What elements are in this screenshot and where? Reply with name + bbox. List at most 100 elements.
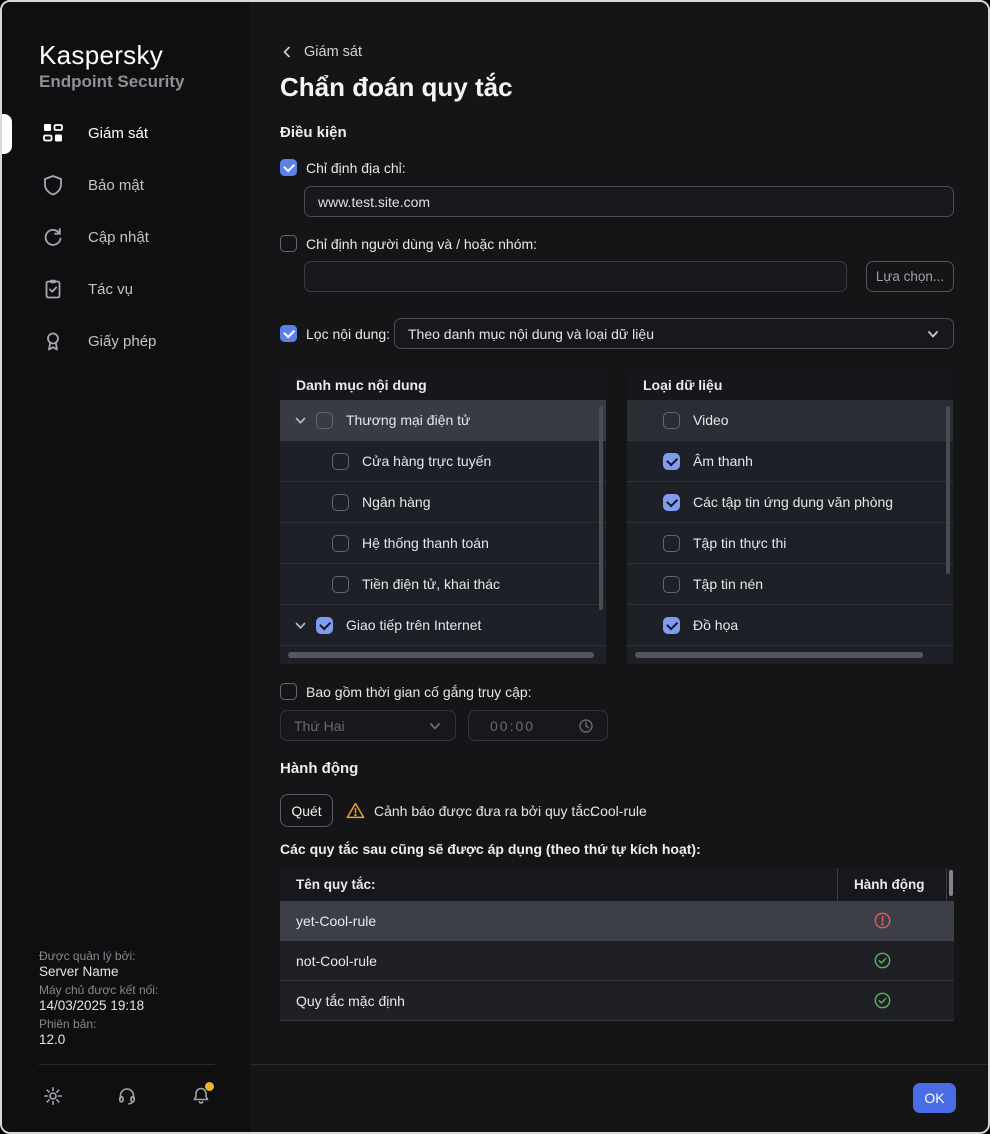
users-input[interactable] [304, 261, 847, 292]
datatype-label: Các tập tin ứng dụng văn phòng [693, 494, 893, 510]
shield-icon [42, 174, 64, 196]
category-row[interactable]: Ngân hàng [280, 482, 606, 523]
datatype-checkbox[interactable] [663, 617, 680, 634]
server-info: Được quản lý bởi: Server Name Máy chủ đư… [39, 946, 158, 1049]
connected-server-label: Máy chủ được kết nối: [39, 982, 158, 998]
users-label: Chỉ định người dùng và / hoặc nhóm: [306, 236, 537, 252]
connected-server-value: 14/03/2025 19:18 [39, 998, 158, 1014]
success-icon [873, 991, 892, 1010]
managed-by-label: Được quản lý bởi: [39, 948, 158, 964]
warning-rule-name: Cool-rule [590, 803, 647, 819]
table-row[interactable]: Quy tắc mặc định [280, 981, 954, 1021]
category-row[interactable]: Cửa hàng trực tuyến [280, 441, 606, 482]
address-checkbox[interactable] [280, 159, 297, 176]
action-heading: Hành động [280, 760, 358, 777]
content-filter-label: Lọc nội dung: [306, 326, 390, 342]
applied-rules-label: Các quy tắc sau cũng sẽ được áp dụng (th… [280, 841, 701, 857]
scan-button[interactable]: Quét [280, 794, 333, 827]
category-label: Tiền điện tử, khai thác [362, 576, 500, 592]
sidebar: Kaspersky Endpoint Security Giám sát Bảo… [2, 2, 250, 1132]
clipboard-icon [42, 278, 64, 300]
choose-button[interactable]: Lựa chọn... [866, 261, 954, 292]
category-checkbox[interactable] [316, 412, 333, 429]
vertical-scrollbar[interactable] [946, 406, 950, 574]
category-row[interactable]: Giao tiếp trên Internet [280, 605, 606, 646]
category-label: Giao tiếp trên Internet [346, 617, 481, 633]
sidebar-item-tasks[interactable]: Tác vụ [2, 263, 250, 315]
chevron-down-icon [926, 327, 940, 341]
rules-table: Tên quy tắc: Hành động yet-Cool-rule not… [280, 868, 954, 1021]
day-select[interactable]: Thứ Hai [280, 710, 456, 741]
horizontal-scrollbar[interactable] [635, 652, 923, 658]
datatype-row[interactable]: Đồ họa [627, 605, 953, 646]
datatype-row[interactable]: Video [627, 400, 953, 441]
category-row[interactable]: Hệ thống thanh toán [280, 523, 606, 564]
category-row[interactable]: Thương mại điện tử [280, 400, 606, 441]
category-row[interactable]: Tiền điện tử, khai thác [280, 564, 606, 605]
content-filter-select[interactable]: Theo danh mục nội dung và loại dữ liệu [394, 318, 954, 349]
bell-icon[interactable] [191, 1086, 211, 1106]
datatype-label: Đồ họa [693, 617, 738, 633]
time-value: 00:00 [482, 718, 578, 734]
sidebar-footer-divider [39, 1064, 215, 1065]
categories-panel-title: Danh mục nội dung [280, 370, 606, 400]
rules-table-header: Tên quy tắc: Hành động [280, 868, 954, 901]
content-filter-checkbox[interactable] [280, 325, 297, 342]
back-label: Giám sát [304, 44, 362, 60]
back-button[interactable]: Giám sát [280, 44, 362, 60]
column-header-action: Hành động [837, 868, 946, 901]
gear-icon[interactable] [43, 1086, 63, 1106]
rule-name: not-Cool-rule [280, 953, 837, 969]
content-filter-checkbox-row: Lọc nội dung: [280, 325, 390, 342]
category-label: Cửa hàng trực tuyến [362, 453, 491, 469]
conditions-heading: Điều kiện [280, 124, 347, 141]
category-checkbox[interactable] [332, 535, 349, 552]
vertical-scrollbar[interactable] [599, 406, 603, 610]
sidebar-item-license[interactable]: Giấy phép [2, 315, 250, 367]
vertical-scrollbar[interactable] [949, 870, 953, 896]
content-filter-selected-option: Theo danh mục nội dung và loại dữ liệu [408, 326, 926, 342]
day-select-value: Thứ Hai [294, 718, 428, 734]
users-checkbox[interactable] [280, 235, 297, 252]
dashboard-icon [42, 122, 64, 144]
datatype-checkbox[interactable] [663, 576, 680, 593]
users-checkbox-row: Chỉ định người dùng và / hoặc nhóm: [280, 235, 537, 252]
datatype-checkbox[interactable] [663, 535, 680, 552]
datatype-row[interactable]: Âm thanh [627, 441, 953, 482]
datatype-checkbox[interactable] [663, 453, 680, 470]
headset-icon[interactable] [117, 1086, 137, 1106]
sidebar-nav: Giám sát Bảo mật Cập nhật [2, 107, 250, 367]
table-row[interactable]: not-Cool-rule [280, 941, 954, 981]
table-row[interactable]: yet-Cool-rule [280, 901, 954, 941]
category-checkbox[interactable] [332, 576, 349, 593]
time-filter-label: Bao gồm thời gian cố gắng truy cập: [306, 684, 532, 700]
datatype-checkbox[interactable] [663, 412, 680, 429]
rule-name: Quy tắc mặc định [280, 993, 837, 1009]
sidebar-item-label: Bảo mật [88, 177, 144, 194]
time-filter-checkbox[interactable] [280, 683, 297, 700]
datatype-label: Tập tin thực thi [693, 535, 786, 551]
datatype-row[interactable]: Tập tin nén [627, 564, 953, 605]
sidebar-item-update[interactable]: Cập nhật [2, 211, 250, 263]
datatype-row[interactable]: Các tập tin ứng dụng văn phòng [627, 482, 953, 523]
clock-icon [578, 718, 594, 734]
time-input[interactable]: 00:00 [468, 710, 608, 741]
ok-button[interactable]: OK [913, 1083, 956, 1113]
sidebar-item-security[interactable]: Bảo mật [2, 159, 250, 211]
chevron-down-icon[interactable] [294, 414, 307, 427]
main-content: Giám sát Chẩn đoán quy tắc Điều kiện Chỉ… [250, 2, 990, 1132]
sidebar-item-label: Giám sát [88, 125, 148, 142]
error-icon [873, 911, 892, 930]
category-checkbox[interactable] [332, 494, 349, 511]
datatype-row[interactable]: Tập tin thực thi [627, 523, 953, 564]
category-checkbox[interactable] [332, 453, 349, 470]
brand-product: Endpoint Security [39, 72, 184, 92]
horizontal-scrollbar[interactable] [288, 652, 594, 658]
address-input[interactable] [304, 186, 954, 217]
datatype-checkbox[interactable] [663, 494, 680, 511]
sidebar-item-monitoring[interactable]: Giám sát [2, 107, 250, 159]
warning-icon [346, 801, 365, 820]
chevron-down-icon[interactable] [294, 619, 307, 632]
category-checkbox[interactable] [316, 617, 333, 634]
brand-name: Kaspersky [39, 40, 163, 71]
